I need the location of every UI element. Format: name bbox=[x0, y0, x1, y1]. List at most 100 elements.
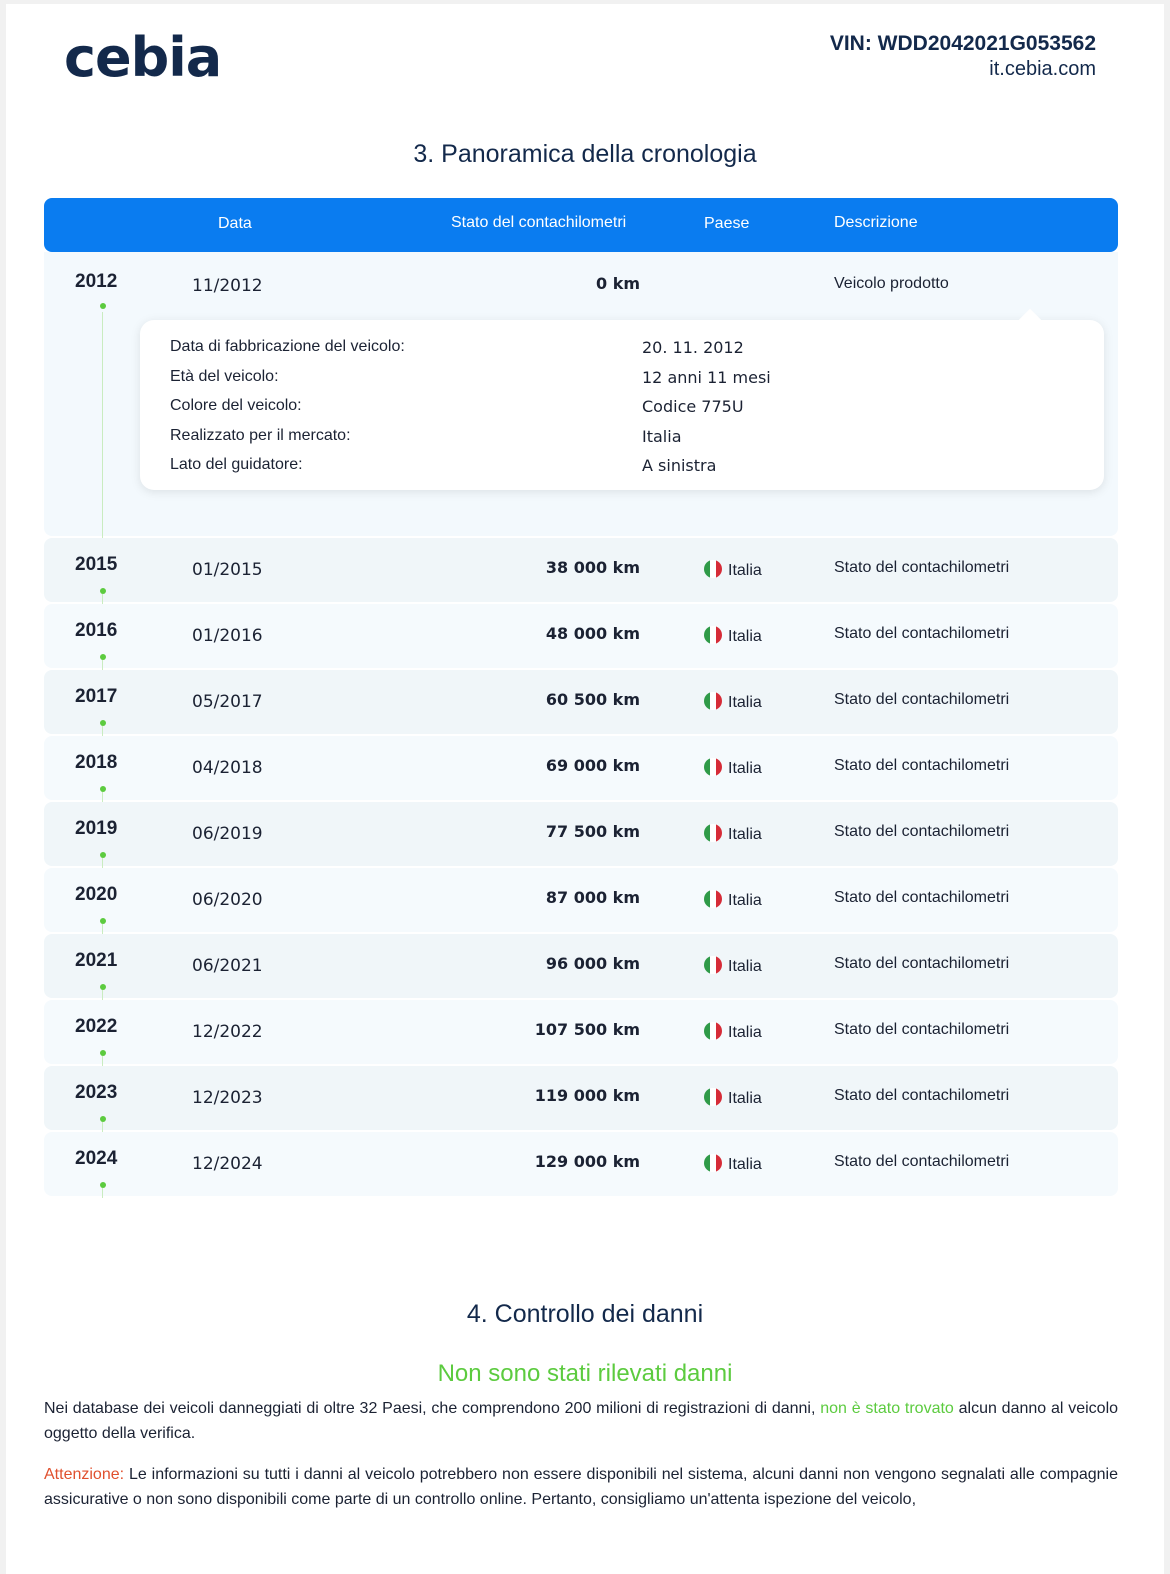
warning-label: Attenzione: bbox=[44, 1466, 125, 1483]
timeline-line bbox=[102, 924, 103, 934]
row-odometer: 107 500 km bbox=[534, 1020, 640, 1039]
row-description: Stato del contachilometri bbox=[834, 889, 1010, 906]
timeline-line bbox=[102, 594, 103, 604]
site-url[interactable]: it.cebia.com bbox=[830, 58, 1096, 81]
warning-paragraph: Attenzione: Le informazioni su tutti i d… bbox=[44, 1462, 1118, 1512]
history-row[interactable]: 2017 05/2017 60 500 km Italia Stato del cont… bbox=[44, 670, 1118, 736]
italy-flag-icon bbox=[704, 626, 722, 644]
country-name: Italia bbox=[728, 1090, 762, 1107]
timeline-line bbox=[102, 1056, 103, 1066]
row-country: Italia bbox=[704, 626, 762, 646]
row-description: Veicolo prodotto bbox=[834, 275, 949, 292]
column-header-country: Paese bbox=[704, 215, 750, 232]
row-date: 01/2015 bbox=[192, 560, 263, 580]
timeline-year: 2023 bbox=[75, 1082, 118, 1103]
italy-flag-icon bbox=[704, 758, 722, 776]
italy-flag-icon bbox=[704, 1154, 722, 1172]
timeline-dot-icon bbox=[100, 984, 106, 990]
timeline-line bbox=[102, 1188, 103, 1198]
country-name: Italia bbox=[728, 826, 762, 843]
column-header-description: Descrizione bbox=[834, 214, 918, 231]
row-country: Italia bbox=[704, 560, 762, 580]
timeline-dot-icon bbox=[100, 1182, 106, 1188]
history-row[interactable]: 2016 01/2016 48 000 km Italia Stato del cont… bbox=[44, 604, 1118, 670]
timeline-line bbox=[102, 1122, 103, 1132]
country-name: Italia bbox=[728, 562, 762, 579]
timeline-dot-icon bbox=[100, 786, 106, 792]
history-row-first[interactable]: 2012 11/2012 0 km Veicolo prodotto Data … bbox=[44, 252, 1118, 538]
row-date: 12/2022 bbox=[192, 1022, 263, 1042]
damage-text: Nei database dei veicoli danneggiati di … bbox=[44, 1400, 821, 1417]
row-date: 12/2024 bbox=[192, 1154, 263, 1174]
warning-text: Le informazioni su tutti i danni al veic… bbox=[44, 1466, 1118, 1508]
row-country: Italia bbox=[704, 890, 762, 910]
vin-number: VIN: WDD2042021G053562 bbox=[829, 32, 1096, 55]
row-country: Italia bbox=[704, 1022, 762, 1042]
timeline-line bbox=[102, 726, 103, 736]
history-table: Data Stato del contachilometri Paese Des… bbox=[44, 198, 1118, 1198]
history-row[interactable]: 2023 12/2023 119 000 km Italia Stato del con… bbox=[44, 1066, 1118, 1132]
vehicle-details-card: Data di fabbricazione del veicolo: 20. 1… bbox=[140, 308, 1104, 490]
history-row[interactable]: 2020 06/2020 87 000 km Italia Stato del cont… bbox=[44, 868, 1118, 934]
timeline-year: 2024 bbox=[75, 1148, 118, 1169]
detail-label: Data di fabbricazione del veicolo: bbox=[170, 338, 405, 355]
row-odometer: 60 500 km bbox=[545, 690, 640, 709]
timeline-year: 2017 bbox=[75, 686, 118, 707]
country-name: Italia bbox=[728, 958, 762, 975]
row-date: 04/2018 bbox=[192, 758, 263, 778]
country-name: Italia bbox=[728, 760, 762, 777]
detail-label: Realizzato per il mercato: bbox=[170, 427, 351, 444]
country-name: Italia bbox=[728, 892, 762, 909]
timeline-line bbox=[102, 858, 103, 868]
timeline-line bbox=[102, 312, 103, 538]
detail-value: A sinistra bbox=[642, 456, 717, 475]
row-odometer: 87 000 km bbox=[545, 888, 640, 907]
detail-label: Lato del guidatore: bbox=[170, 456, 303, 473]
timeline-dot-icon bbox=[100, 1116, 106, 1122]
card-pointer bbox=[1018, 308, 1042, 332]
row-country: Italia bbox=[704, 1088, 762, 1108]
row-odometer: 48 000 km bbox=[545, 624, 640, 643]
history-row[interactable]: 2018 04/2018 69 000 km Italia Stato del cont… bbox=[44, 736, 1118, 802]
timeline-dot-icon bbox=[100, 303, 106, 309]
italy-flag-icon bbox=[704, 1088, 722, 1106]
timeline-dot-icon bbox=[100, 918, 106, 924]
row-odometer: 129 000 km bbox=[534, 1152, 640, 1171]
row-odometer: 69 000 km bbox=[545, 756, 640, 775]
cebia-logo: cebia bbox=[64, 26, 222, 89]
detail-value: 20. 11. 2012 bbox=[642, 338, 744, 357]
timeline-year: 2019 bbox=[75, 818, 118, 839]
timeline-dot-icon bbox=[100, 588, 106, 594]
row-country: Italia bbox=[704, 956, 762, 976]
detail-label: Colore del veicolo: bbox=[170, 397, 302, 414]
timeline-line bbox=[102, 792, 103, 802]
history-row[interactable]: 2021 06/2021 96 000 km Italia Stato del cont… bbox=[44, 934, 1118, 1000]
italy-flag-icon bbox=[704, 890, 722, 908]
history-row[interactable]: 2015 01/2015 38 000 km Italia Stato del cont… bbox=[44, 538, 1118, 604]
history-row[interactable]: 2019 06/2019 77 500 km Italia Stato del cont… bbox=[44, 802, 1118, 868]
italy-flag-icon bbox=[704, 956, 722, 974]
section-title-damage: 4. Controllo dei danni bbox=[466, 1300, 704, 1328]
timeline-dot-icon bbox=[100, 654, 106, 660]
country-name: Italia bbox=[728, 1156, 762, 1173]
row-description: Stato del contachilometri bbox=[834, 1087, 1010, 1104]
row-date: 05/2017 bbox=[192, 692, 263, 712]
history-row[interactable]: 2024 12/2024 129 000 km Italia Stato del con… bbox=[44, 1132, 1118, 1198]
row-description: Stato del contachilometri bbox=[834, 1021, 1010, 1038]
country-name: Italia bbox=[728, 694, 762, 711]
row-odometer: 77 500 km bbox=[545, 822, 640, 841]
column-header-odometer: Stato del contachilometri bbox=[451, 214, 627, 231]
row-date: 01/2016 bbox=[192, 626, 263, 646]
vin-block: VIN: WDD2042021G053562 it.cebia.com bbox=[830, 32, 1096, 81]
timeline-dot-icon bbox=[100, 852, 106, 858]
row-country: Italia bbox=[704, 1154, 762, 1174]
row-date: 06/2021 bbox=[192, 956, 263, 976]
damage-status: Non sono stati rilevati danni bbox=[437, 1360, 733, 1387]
history-rows: 2015 01/2015 38 000 km Italia Stato del cont… bbox=[44, 538, 1118, 1198]
timeline-year: 2016 bbox=[75, 620, 118, 641]
row-description: Stato del contachilometri bbox=[834, 757, 1010, 774]
row-date: 12/2023 bbox=[192, 1088, 263, 1108]
row-date: 06/2020 bbox=[192, 890, 263, 910]
row-description: Stato del contachilometri bbox=[834, 1153, 1010, 1170]
history-row[interactable]: 2022 12/2022 107 500 km Italia Stato del con… bbox=[44, 1000, 1118, 1066]
